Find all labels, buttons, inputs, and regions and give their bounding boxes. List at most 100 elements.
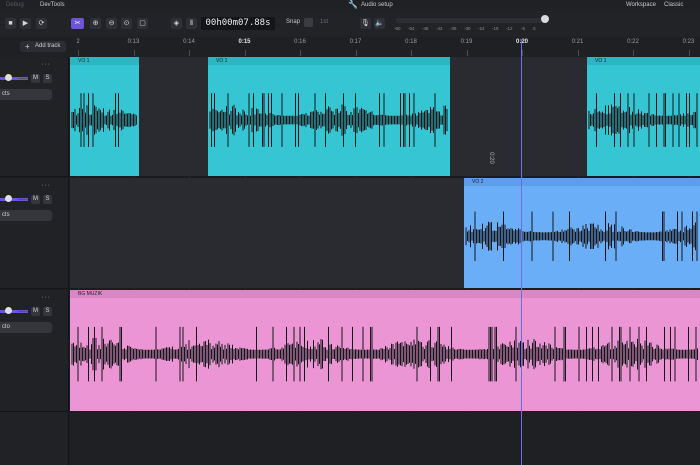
waveform: [209, 93, 448, 147]
ruler-tick-label: 0:22: [627, 39, 639, 45]
waveform-path: [209, 93, 448, 147]
ruler-tick-mark: [355, 50, 357, 56]
track-lane-2[interactable]: VO 2: [70, 178, 700, 288]
snap-label: Snap: [286, 19, 301, 25]
ruler-tick-label: 0:21: [571, 39, 584, 45]
classic-menu[interactable]: Classic: [664, 0, 683, 11]
ruler-tick-label: 0:20: [515, 39, 529, 45]
plus-icon: +: [25, 42, 30, 51]
stop-icon[interactable]: ■: [5, 18, 16, 29]
db-label: -30: [464, 26, 471, 31]
mute-button[interactable]: M: [31, 307, 40, 316]
track-menu-icon[interactable]: ···: [41, 182, 51, 189]
volume-knob[interactable]: [541, 15, 549, 23]
marker-icon[interactable]: ◈: [171, 18, 182, 29]
ruler-tick-label: 0:17: [349, 39, 362, 45]
db-label: -48: [422, 26, 429, 31]
mute-button[interactable]: M: [31, 74, 40, 83]
ruler-tick-mark: [189, 50, 190, 56]
waveform: [588, 93, 698, 147]
track-menu-icon[interactable]: ···: [41, 294, 51, 301]
audio-clip[interactable]: VO 1: [70, 57, 139, 176]
audio-clip[interactable]: VO 2: [464, 178, 700, 288]
workspace-menu[interactable]: Workspace: [626, 0, 656, 11]
waveform-path: [71, 93, 137, 147]
track-menu-icon[interactable]: ···: [41, 61, 51, 68]
play-icon[interactable]: ▶: [20, 18, 31, 29]
solo-button[interactable]: S: [43, 307, 52, 316]
ruler-tick-mark: [522, 50, 523, 56]
slider-track: [18, 78, 28, 79]
audio-clip[interactable]: VO 1: [208, 57, 450, 176]
cursor-time-label: 0:20: [487, 152, 494, 164]
waveform-path: [588, 93, 698, 147]
solo-button[interactable]: S: [43, 195, 52, 204]
ruler-tick-mark: [633, 50, 634, 56]
wrench-icon: 🔧: [348, 0, 358, 9]
mic-icon[interactable]: 🎙: [360, 18, 371, 29]
db-label: -24: [478, 26, 485, 31]
db-label: -60: [394, 26, 401, 31]
waveform: [71, 326, 698, 382]
add-track-label: Add track: [35, 43, 61, 49]
zoom-in-icon[interactable]: ⊕: [90, 18, 101, 29]
zoom-out-icon[interactable]: ⊖: [106, 18, 117, 29]
slider-knob[interactable]: [5, 195, 12, 202]
effects-button[interactable]: cts: [0, 210, 52, 221]
timecode-display: 00h00m07.88s: [201, 17, 275, 30]
ruler-tick-label: 0:23: [682, 39, 695, 45]
effects-button[interactable]: cto: [0, 322, 52, 333]
audio-setup-link[interactable]: Audio setup: [361, 0, 393, 11]
db-label: -6: [521, 26, 526, 31]
zoom-fit-icon[interactable]: ⊙: [121, 18, 132, 29]
ruler-tick-mark: [411, 50, 412, 56]
ruler-tick-label: 0:14: [183, 39, 195, 45]
db-label: -36: [450, 26, 457, 31]
ruler-tick-label: 2: [76, 39, 80, 45]
ruler-tick-mark: [577, 50, 579, 56]
audio-clip[interactable]: BG MUZIK: [70, 290, 700, 411]
slider-knob[interactable]: [5, 307, 12, 314]
menu-bar: Debug DevTools 🔧 Audio setup Workspace C…: [0, 0, 700, 11]
ruler-tick-label: 0:13: [127, 39, 140, 45]
effects-button[interactable]: cts: [0, 89, 52, 100]
slider-track: [18, 311, 28, 312]
ruler-tick-label: 0:16: [294, 39, 306, 45]
level-meter: [396, 18, 546, 23]
ruler-tick-mark: [244, 50, 246, 56]
ruler-tick-label: 0:19: [460, 39, 473, 45]
clip-label: VO 1: [208, 57, 450, 65]
empty-lane: [70, 412, 700, 465]
db-label: -42: [436, 26, 443, 31]
empty-track-area: [0, 412, 69, 465]
db-label: -18: [492, 26, 499, 31]
speaker-icon[interactable]: 🔈: [374, 18, 385, 29]
clip-label: VO 1: [587, 57, 700, 65]
split-icon[interactable]: ⫴: [186, 18, 197, 29]
track-lane-3[interactable]: BG MUZIK: [70, 290, 700, 411]
cut-tool-icon[interactable]: ✂: [71, 18, 84, 29]
loop-icon[interactable]: ⟳: [36, 18, 47, 29]
track-header-2: ··· M S cts: [0, 178, 69, 289]
add-track-button[interactable]: + Add track: [20, 41, 66, 52]
waveform-path: [71, 326, 698, 382]
ruler-tick-mark: [133, 50, 135, 56]
audio-clip[interactable]: VO 1: [587, 57, 700, 176]
zoom-selection-icon[interactable]: ▢: [137, 18, 148, 29]
clip-label: VO 1: [70, 57, 139, 65]
playhead[interactable]: [521, 40, 522, 465]
timeline-ruler[interactable]: + Add track 2 0:13 0:14 0:15 0:16 0:17 0:18 0:1…: [0, 37, 700, 58]
db-label: -54: [408, 26, 415, 31]
snap-value[interactable]: 1st: [320, 19, 328, 25]
snap-toggle[interactable]: [304, 18, 313, 27]
mute-button[interactable]: M: [31, 195, 40, 204]
menu-debug[interactable]: Debug: [6, 0, 24, 11]
waveform-path: [465, 211, 698, 262]
slider-knob[interactable]: [5, 74, 12, 81]
solo-button[interactable]: S: [43, 74, 52, 83]
clip-label: VO 2: [464, 178, 700, 186]
db-label: -12: [506, 26, 513, 31]
slider-track: [18, 199, 28, 200]
track-lane-1[interactable]: VO 1 VO 1 VO 1: [70, 57, 700, 176]
menu-devtools[interactable]: DevTools: [40, 0, 65, 11]
